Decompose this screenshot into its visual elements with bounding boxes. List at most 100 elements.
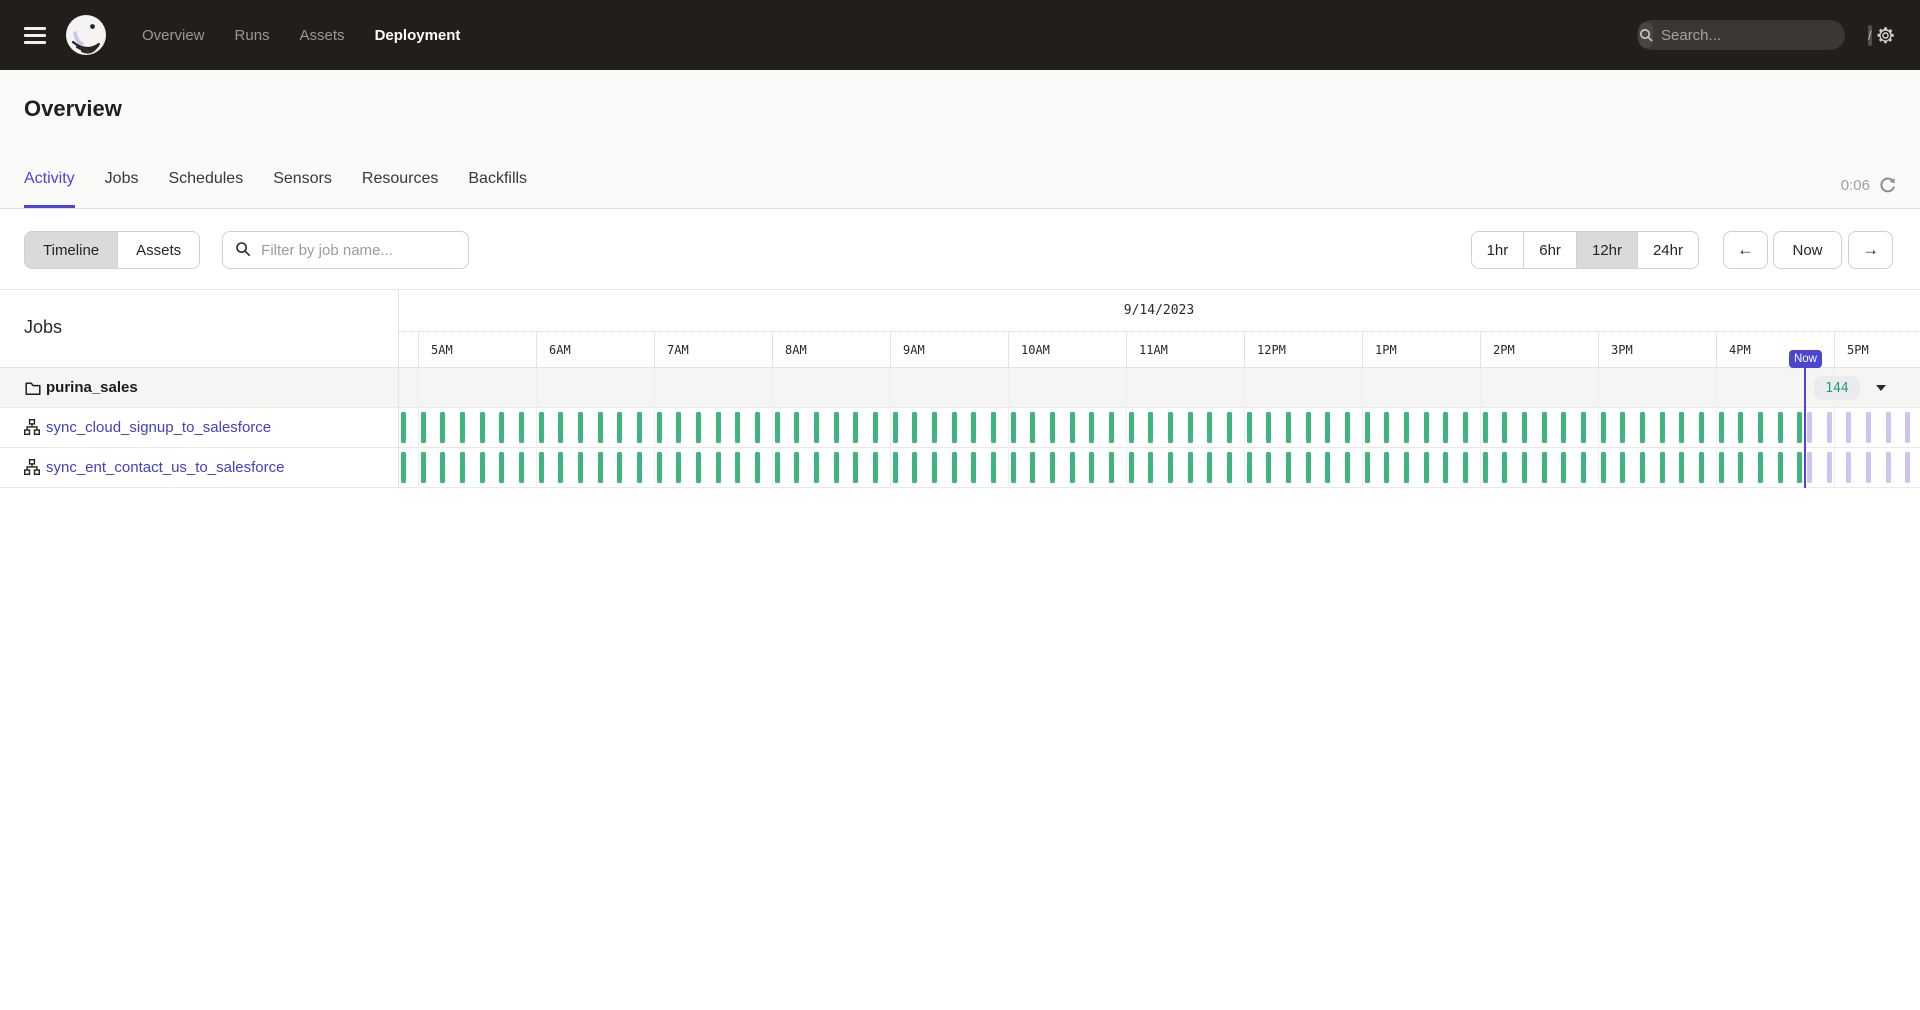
run-tick-scheduled[interactable] — [1866, 412, 1871, 443]
run-tick-completed[interactable] — [598, 412, 603, 443]
run-tick-completed[interactable] — [657, 452, 662, 483]
run-tick-completed[interactable] — [932, 412, 937, 443]
tab-resources[interactable]: Resources — [362, 170, 438, 208]
run-tick-scheduled[interactable] — [1905, 452, 1910, 483]
tab-jobs[interactable]: Jobs — [105, 170, 139, 208]
run-tick-completed[interactable] — [676, 452, 681, 483]
run-tick-completed[interactable] — [539, 412, 544, 443]
run-tick-completed[interactable] — [440, 412, 445, 443]
run-tick-completed[interactable] — [794, 452, 799, 483]
run-tick-completed[interactable] — [1581, 412, 1586, 443]
tab-activity[interactable]: Activity — [24, 170, 75, 208]
run-tick-completed[interactable] — [1443, 452, 1448, 483]
run-tick-completed[interactable] — [499, 452, 504, 483]
job-link-sync-cloud-signup-to-salesforce[interactable]: sync_cloud_signup_to_salesforce — [46, 408, 271, 447]
run-tick-completed[interactable] — [480, 452, 485, 483]
run-tick-completed[interactable] — [1030, 452, 1035, 483]
search-input[interactable] — [1653, 27, 1868, 44]
run-tick-completed[interactable] — [1286, 452, 1291, 483]
run-tick-completed[interactable] — [1227, 452, 1232, 483]
run-tick-scheduled[interactable] — [1807, 452, 1812, 483]
timeline-now-button[interactable]: Now — [1773, 231, 1842, 269]
run-tick-completed[interactable] — [1542, 412, 1547, 443]
menu-icon[interactable] — [24, 27, 46, 44]
run-tick-scheduled[interactable] — [1827, 412, 1832, 443]
run-tick-completed[interactable] — [1502, 412, 1507, 443]
run-tick-completed[interactable] — [1207, 452, 1212, 483]
run-tick-completed[interactable] — [1542, 452, 1547, 483]
run-tick-completed[interactable] — [1404, 452, 1409, 483]
run-tick-completed[interactable] — [1424, 412, 1429, 443]
run-tick-completed[interactable] — [440, 452, 445, 483]
run-tick-completed[interactable] — [1089, 412, 1094, 443]
run-tick-completed[interactable] — [519, 452, 524, 483]
run-tick-completed[interactable] — [1522, 452, 1527, 483]
run-tick-completed[interactable] — [1738, 452, 1743, 483]
run-tick-completed[interactable] — [1502, 452, 1507, 483]
job-filter-input[interactable] — [222, 231, 469, 269]
run-tick-completed[interactable] — [991, 412, 996, 443]
run-count-badge[interactable]: 144 — [1814, 376, 1860, 400]
run-tick-completed[interactable] — [912, 412, 917, 443]
run-tick-completed[interactable] — [1778, 452, 1783, 483]
topnav-item-runs[interactable]: Runs — [235, 27, 270, 44]
run-tick-scheduled[interactable] — [1866, 452, 1871, 483]
run-tick-completed[interactable] — [1463, 452, 1468, 483]
expand-caret-icon[interactable] — [1876, 385, 1886, 391]
run-tick-completed[interactable] — [1050, 412, 1055, 443]
run-tick-completed[interactable] — [912, 452, 917, 483]
run-tick-scheduled[interactable] — [1905, 412, 1910, 443]
range-1hr[interactable]: 1hr — [1472, 232, 1525, 268]
run-tick-completed[interactable] — [696, 412, 701, 443]
run-tick-completed[interactable] — [1719, 452, 1724, 483]
run-tick-completed[interactable] — [716, 412, 721, 443]
run-tick-completed[interactable] — [834, 452, 839, 483]
run-tick-completed[interactable] — [814, 412, 819, 443]
run-tick-completed[interactable] — [1345, 452, 1350, 483]
topnav-item-overview[interactable]: Overview — [142, 27, 205, 44]
run-tick-completed[interactable] — [1325, 412, 1330, 443]
run-tick-completed[interactable] — [401, 452, 406, 483]
run-tick-completed[interactable] — [1483, 412, 1488, 443]
range-6hr[interactable]: 6hr — [1524, 232, 1577, 268]
run-tick-completed[interactable] — [1601, 452, 1606, 483]
run-tick-completed[interactable] — [617, 412, 622, 443]
run-tick-completed[interactable] — [853, 452, 858, 483]
timeline-back-button[interactable]: ← — [1723, 231, 1768, 269]
run-tick-completed[interactable] — [1345, 412, 1350, 443]
run-tick-completed[interactable] — [1011, 412, 1016, 443]
run-tick-completed[interactable] — [1070, 412, 1075, 443]
run-tick-completed[interactable] — [637, 412, 642, 443]
run-tick-completed[interactable] — [1384, 412, 1389, 443]
run-tick-scheduled[interactable] — [1886, 452, 1891, 483]
run-tick-completed[interactable] — [696, 452, 701, 483]
run-tick-completed[interactable] — [1620, 452, 1625, 483]
dagster-logo-icon[interactable] — [64, 13, 108, 57]
run-tick-completed[interactable] — [1640, 452, 1645, 483]
run-tick-completed[interactable] — [558, 412, 563, 443]
run-tick-completed[interactable] — [578, 452, 583, 483]
run-tick-completed[interactable] — [1286, 412, 1291, 443]
run-tick-completed[interactable] — [873, 412, 878, 443]
run-tick-completed[interactable] — [735, 452, 740, 483]
run-tick-completed[interactable] — [1660, 412, 1665, 443]
topnav-item-assets[interactable]: Assets — [300, 27, 345, 44]
run-tick-completed[interactable] — [1089, 452, 1094, 483]
tab-sensors[interactable]: Sensors — [273, 170, 332, 208]
run-tick-completed[interactable] — [893, 452, 898, 483]
run-tick-completed[interactable] — [775, 412, 780, 443]
run-tick-completed[interactable] — [971, 452, 976, 483]
run-tick-completed[interactable] — [1561, 412, 1566, 443]
run-tick-completed[interactable] — [1561, 452, 1566, 483]
run-tick-completed[interactable] — [1365, 412, 1370, 443]
run-tick-completed[interactable] — [716, 452, 721, 483]
run-tick-completed[interactable] — [657, 412, 662, 443]
run-tick-completed[interactable] — [1247, 452, 1252, 483]
run-tick-completed[interactable] — [499, 412, 504, 443]
run-tick-completed[interactable] — [1620, 412, 1625, 443]
run-tick-completed[interactable] — [834, 412, 839, 443]
run-tick-completed[interactable] — [755, 452, 760, 483]
run-tick-completed[interactable] — [1030, 412, 1035, 443]
run-tick-completed[interactable] — [735, 412, 740, 443]
run-tick-completed[interactable] — [1148, 412, 1153, 443]
